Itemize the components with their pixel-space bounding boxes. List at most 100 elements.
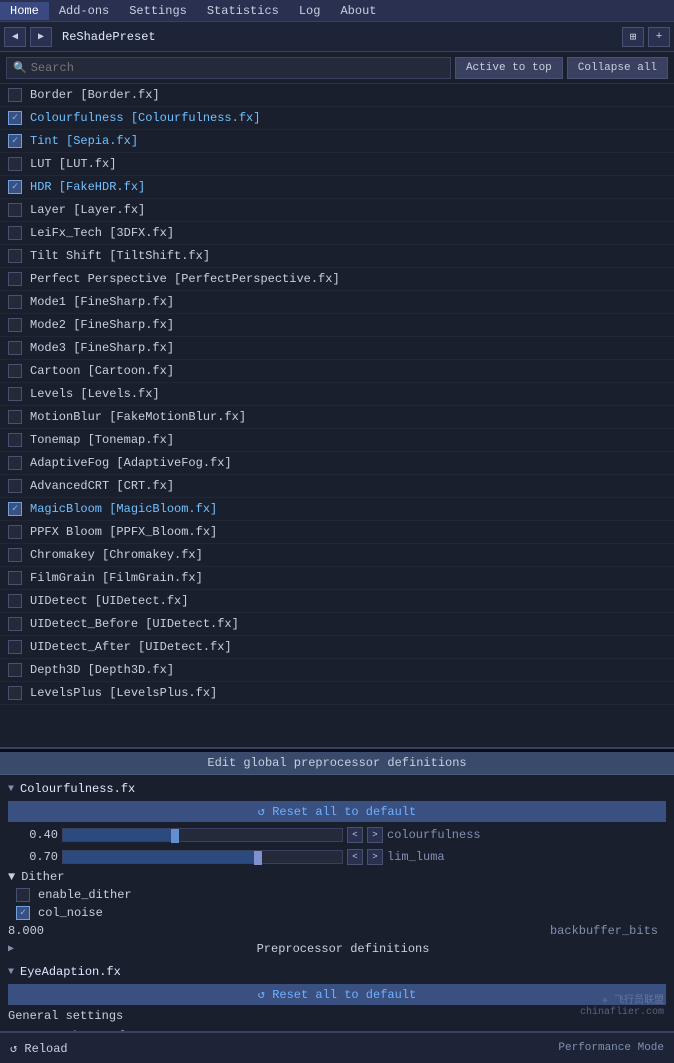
search-input[interactable]: [31, 61, 444, 75]
limluma-thumb[interactable]: [254, 851, 262, 865]
effect-checkbox[interactable]: [8, 525, 22, 539]
checkmark-icon: ✓: [12, 503, 18, 515]
colourfulness-reset-button[interactable]: ↺ Reset all to default: [8, 801, 666, 822]
effect-checkbox[interactable]: ✓: [8, 180, 22, 194]
effect-checkbox[interactable]: [8, 272, 22, 286]
effect-item[interactable]: Layer [Layer.fx]: [0, 199, 674, 222]
effect-checkbox[interactable]: [8, 548, 22, 562]
effect-item[interactable]: PPFX Bloom [PPFX_Bloom.fx]: [0, 521, 674, 544]
effect-item[interactable]: ✓HDR [FakeHDR.fx]: [0, 176, 674, 199]
reload-bar: ↺ Reload Performance Mode: [0, 1031, 674, 1063]
enable-dither-row[interactable]: enable_dither: [0, 886, 674, 904]
effect-item[interactable]: Mode3 [FineSharp.fx]: [0, 337, 674, 360]
effect-name: MagicBloom [MagicBloom.fx]: [30, 502, 217, 516]
nav-forward-button[interactable]: ▶: [30, 27, 52, 47]
effect-item[interactable]: UIDetect [UIDetect.fx]: [0, 590, 674, 613]
colourfulness-dec[interactable]: <: [347, 827, 363, 843]
settings-area[interactable]: ▼ Colourfulness.fx ↺ Reset all to defaul…: [0, 775, 674, 1031]
effect-item[interactable]: Perfect Perspective [PerfectPerspective.…: [0, 268, 674, 291]
add-icon[interactable]: +: [648, 27, 670, 47]
effect-checkbox[interactable]: [8, 594, 22, 608]
effect-item[interactable]: Cartoon [Cartoon.fx]: [0, 360, 674, 383]
reload-button[interactable]: ↺ Reload: [10, 1041, 68, 1056]
effect-checkbox[interactable]: ✓: [8, 502, 22, 516]
effect-checkbox[interactable]: [8, 479, 22, 493]
col-noise-row[interactable]: ✓ col_noise: [0, 904, 674, 922]
search-wrap[interactable]: 🔍: [6, 57, 451, 79]
effect-checkbox[interactable]: [8, 226, 22, 240]
effect-item[interactable]: FilmGrain [FilmGrain.fx]: [0, 567, 674, 590]
effect-item[interactable]: Mode1 [FineSharp.fx]: [0, 291, 674, 314]
general-settings-sub: General settings: [0, 1007, 674, 1025]
save-icon[interactable]: ⊞: [622, 27, 644, 47]
effect-checkbox[interactable]: [8, 157, 22, 171]
effect-item[interactable]: Depth3D [Depth3D.fx]: [0, 659, 674, 682]
top-section: 🔍 Active to top Collapse all Border [Bor…: [0, 52, 674, 752]
global-header: Edit global preprocessor definitions: [0, 752, 674, 775]
effect-checkbox[interactable]: [8, 387, 22, 401]
limluma-slider[interactable]: [62, 850, 343, 864]
active-top-button[interactable]: Active to top: [455, 57, 563, 79]
effect-checkbox[interactable]: [8, 571, 22, 585]
effect-checkbox[interactable]: [8, 640, 22, 654]
effect-checkbox[interactable]: [8, 364, 22, 378]
limluma-dec[interactable]: <: [347, 849, 363, 865]
effect-checkbox[interactable]: [8, 318, 22, 332]
effect-checkbox[interactable]: [8, 341, 22, 355]
effect-item[interactable]: ✓Tint [Sepia.fx]: [0, 130, 674, 153]
preprocessor-row[interactable]: ▶ Preprocessor definitions: [0, 940, 674, 958]
menu-statistics[interactable]: Statistics: [197, 2, 289, 20]
effect-item[interactable]: ✓Colourfulness [Colourfulness.fx]: [0, 107, 674, 130]
search-icon: 🔍: [13, 61, 27, 75]
effect-item[interactable]: Tilt Shift [TiltShift.fx]: [0, 245, 674, 268]
effect-item[interactable]: LevelsPlus [LevelsPlus.fx]: [0, 682, 674, 705]
effect-item[interactable]: AdvancedCRT [CRT.fx]: [0, 475, 674, 498]
effect-item[interactable]: Mode2 [FineSharp.fx]: [0, 314, 674, 337]
col-noise-checkbox[interactable]: ✓: [16, 906, 30, 920]
effect-checkbox[interactable]: [8, 686, 22, 700]
effect-checkbox[interactable]: [8, 433, 22, 447]
dither-sub-title[interactable]: ▼ Dither: [0, 868, 674, 886]
effect-item[interactable]: Border [Border.fx]: [0, 84, 674, 107]
effect-checkbox[interactable]: [8, 295, 22, 309]
effect-item[interactable]: Tonemap [Tonemap.fx]: [0, 429, 674, 452]
effect-name: MotionBlur [FakeMotionBlur.fx]: [30, 410, 246, 424]
effect-checkbox[interactable]: [8, 88, 22, 102]
menu-log[interactable]: Log: [289, 2, 331, 20]
effect-checkbox[interactable]: [8, 617, 22, 631]
effect-checkbox[interactable]: [8, 203, 22, 217]
effect-item[interactable]: ✓ MagicBloom [MagicBloom.fx]: [0, 498, 674, 521]
collapse-all-button[interactable]: Collapse all: [567, 57, 668, 79]
colourfulness-thumb[interactable]: [171, 829, 179, 843]
effect-checkbox[interactable]: [8, 249, 22, 263]
enable-dither-checkbox[interactable]: [16, 888, 30, 902]
effect-checkbox[interactable]: ✓: [8, 134, 22, 148]
effect-item[interactable]: Chromakey [Chromakey.fx]: [0, 544, 674, 567]
effect-name: Depth3D [Depth3D.fx]: [30, 663, 174, 677]
effect-checkbox[interactable]: [8, 410, 22, 424]
effect-checkbox[interactable]: [8, 456, 22, 470]
effect-item[interactable]: Levels [Levels.fx]: [0, 383, 674, 406]
effects-list[interactable]: Border [Border.fx]✓Colourfulness [Colour…: [0, 84, 674, 749]
menu-addons[interactable]: Add-ons: [49, 2, 119, 20]
effect-item[interactable]: LUT [LUT.fx]: [0, 153, 674, 176]
effect-checkbox[interactable]: ✓: [8, 111, 22, 125]
effect-item[interactable]: UIDetect_After [UIDetect.fx]: [0, 636, 674, 659]
effect-name: UIDetect_After [UIDetect.fx]: [30, 640, 232, 654]
colourfulness-inc[interactable]: >: [367, 827, 383, 843]
nav-back-button[interactable]: ◀: [4, 27, 26, 47]
menu-settings[interactable]: Settings: [119, 2, 197, 20]
colourfulness-slider[interactable]: [62, 828, 343, 842]
effect-item[interactable]: MotionBlur [FakeMotionBlur.fx]: [0, 406, 674, 429]
effect-item[interactable]: AdaptiveFog [AdaptiveFog.fx]: [0, 452, 674, 475]
effect-checkbox[interactable]: [8, 663, 22, 677]
effect-item[interactable]: LeiFx_Tech [3DFX.fx]: [0, 222, 674, 245]
effect-item[interactable]: UIDetect_Before [UIDetect.fx]: [0, 613, 674, 636]
eyeadaption-title[interactable]: ▼ EyeAdaption.fx: [0, 962, 674, 982]
menu-home[interactable]: Home: [0, 2, 49, 20]
menu-about[interactable]: About: [330, 2, 386, 20]
eyeadaption-reset-button[interactable]: ↺ Reset all to default: [8, 984, 666, 1005]
limluma-inc[interactable]: >: [367, 849, 383, 865]
colourfulness-title[interactable]: ▼ Colourfulness.fx: [0, 779, 674, 799]
effect-name: LeiFx_Tech [3DFX.fx]: [30, 226, 174, 240]
